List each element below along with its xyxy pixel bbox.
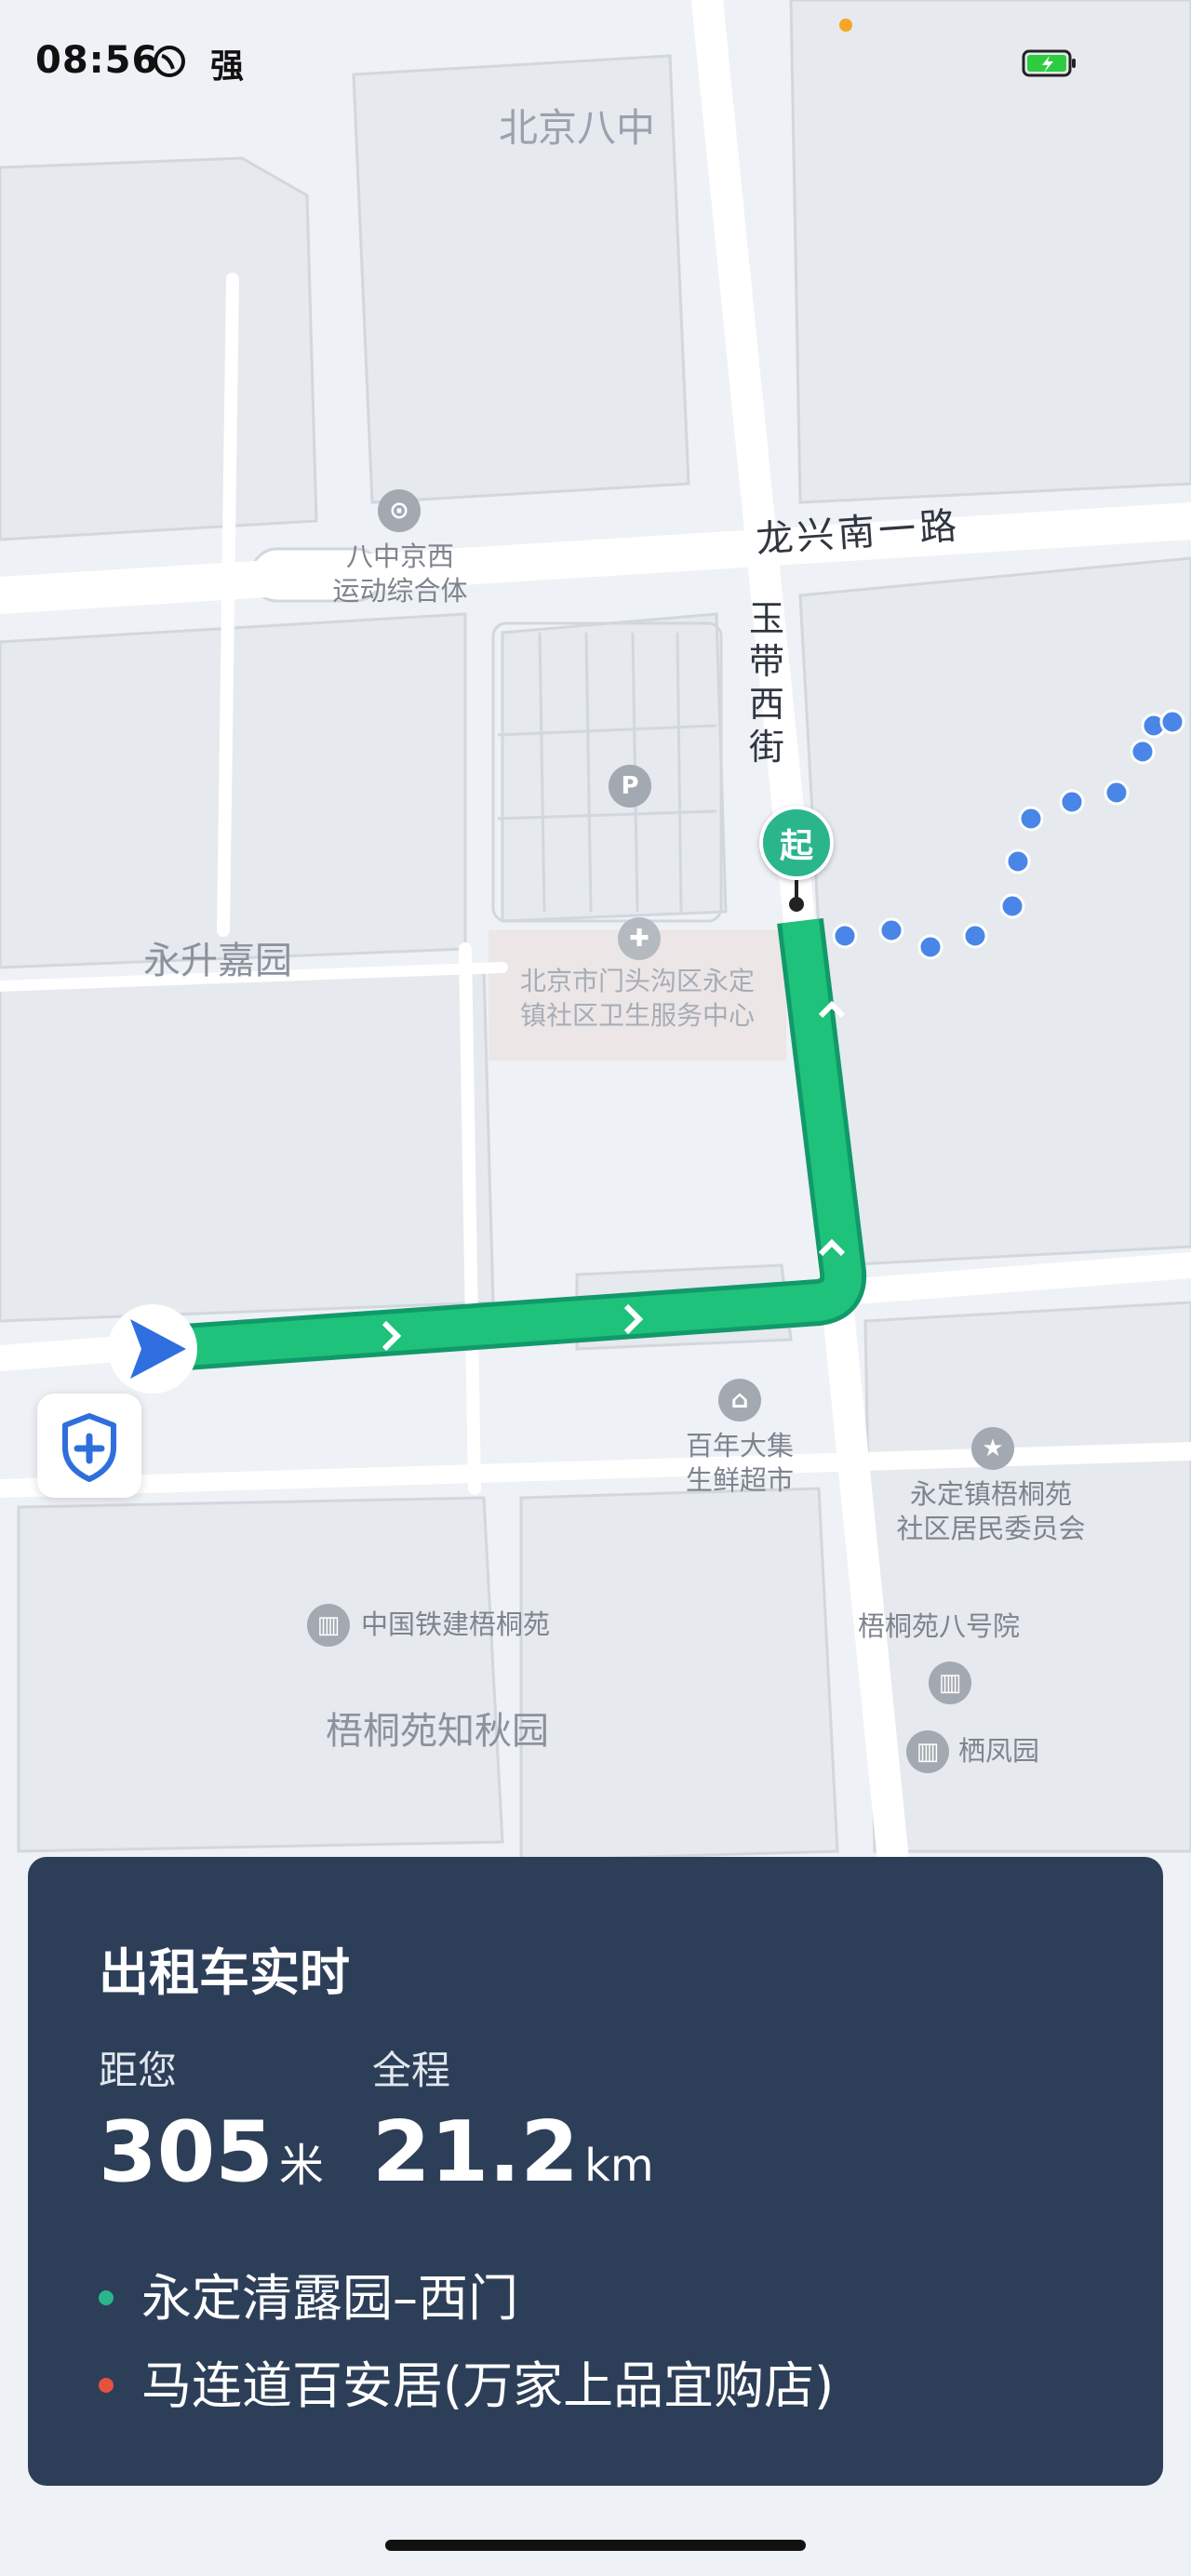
status-time: 08:56 bbox=[35, 39, 159, 82]
destination-text: 马连道百安居(万家上品宜购店) bbox=[141, 2356, 835, 2415]
privacy-indicator-dot bbox=[839, 19, 852, 32]
destination-dot bbox=[99, 2378, 114, 2394]
distance-label: 距您 bbox=[99, 2048, 178, 2093]
origin-dot bbox=[99, 2290, 114, 2306]
shopping-bag-icon: ⌂ bbox=[718, 1379, 761, 1421]
poi-health-line1: 北京市门头沟区永定 bbox=[519, 966, 755, 996]
start-pin[interactable]: 起 bbox=[759, 806, 834, 880]
poi-committee[interactable]: 永定镇梧桐苑 社区居民委员会 bbox=[875, 1477, 1107, 1546]
parking-icon[interactable]: P bbox=[609, 765, 651, 808]
poi-crcc[interactable]: 中国铁建梧桐苑 bbox=[361, 1608, 550, 1642]
poi-qifeng[interactable]: 栖凤园 bbox=[958, 1734, 1039, 1768]
building-icon: ▥ bbox=[906, 1730, 949, 1773]
origin-row: 永定清露园–西门 bbox=[99, 2257, 518, 2330]
building-icon: ▥ bbox=[307, 1604, 350, 1647]
total-value: 21.2 bbox=[372, 2103, 580, 2201]
panel-title: 出租车实时 bbox=[99, 1943, 350, 2002]
poi-wutong8[interactable]: 梧桐苑八号院 bbox=[858, 1609, 1020, 1644]
poi-sports-line1: 八中京西 bbox=[345, 541, 454, 572]
road-label-yudai: 玉 带 西 街 bbox=[746, 597, 787, 768]
battery-icon bbox=[1022, 49, 1076, 77]
poi-supermarket-line2: 生鲜超市 bbox=[685, 1464, 794, 1496]
distance-unit: 米 bbox=[278, 2140, 324, 2192]
poi-sports-line2: 运动综合体 bbox=[332, 575, 468, 607]
signal-strength-text: 强 bbox=[210, 47, 245, 86]
total-label: 全程 bbox=[372, 2048, 451, 2093]
current-location[interactable] bbox=[108, 1304, 197, 1394]
total-unit: km bbox=[584, 2140, 654, 2192]
map-label-yongsheng: 永升嘉园 bbox=[143, 940, 292, 982]
map-label-zhiqiu: 梧桐苑知秋园 bbox=[326, 1710, 549, 1753]
distance-readout: 305 米 bbox=[99, 2106, 324, 2212]
start-pin-base bbox=[789, 897, 804, 912]
poi-supermarket[interactable]: 百年大集 生鲜超市 bbox=[661, 1429, 819, 1498]
network-signal-icon bbox=[154, 46, 185, 77]
poi-committee-line1: 永定镇梧桐苑 bbox=[909, 1478, 1072, 1510]
road-label-char: 玉 bbox=[748, 598, 784, 639]
distance-value: 305 bbox=[99, 2103, 274, 2201]
hospital-icon: ✚ bbox=[618, 917, 661, 960]
road-label-char: 西 bbox=[748, 684, 784, 725]
poi-health-line2: 镇社区卫生服务中心 bbox=[519, 1000, 755, 1031]
poi-committee-line2: 社区居民委员会 bbox=[896, 1513, 1086, 1544]
home-indicator[interactable] bbox=[385, 2540, 806, 2551]
road-label-char: 带 bbox=[748, 641, 784, 682]
stadium-icon: ⊙ bbox=[378, 489, 421, 532]
poi-sports[interactable]: 八中京西 运动综合体 bbox=[321, 540, 479, 608]
destination-row: 马连道百安居(万家上品宜购店) bbox=[99, 2344, 834, 2418]
building-icon: ▥ bbox=[929, 1662, 971, 1704]
origin-text: 永定清露园–西门 bbox=[141, 2269, 518, 2328]
poi-supermarket-line1: 百年大集 bbox=[685, 1430, 794, 1462]
map-label-school: 北京八中 bbox=[499, 105, 656, 151]
shield-plus-icon bbox=[62, 1413, 116, 1482]
total-readout: 21.2 km bbox=[372, 2106, 654, 2212]
safety-button[interactable] bbox=[37, 1394, 141, 1498]
taxi-info-panel: 出租车实时 距您 全程 305 米 21.2 km 永定清露园–西门 马连道百安居(… bbox=[28, 1857, 1163, 2486]
star-icon: ★ bbox=[971, 1427, 1014, 1470]
road-label-char: 街 bbox=[748, 727, 784, 767]
poi-health-center[interactable]: 北京市门头沟区永定 镇社区卫生服务中心 bbox=[484, 964, 791, 1033]
